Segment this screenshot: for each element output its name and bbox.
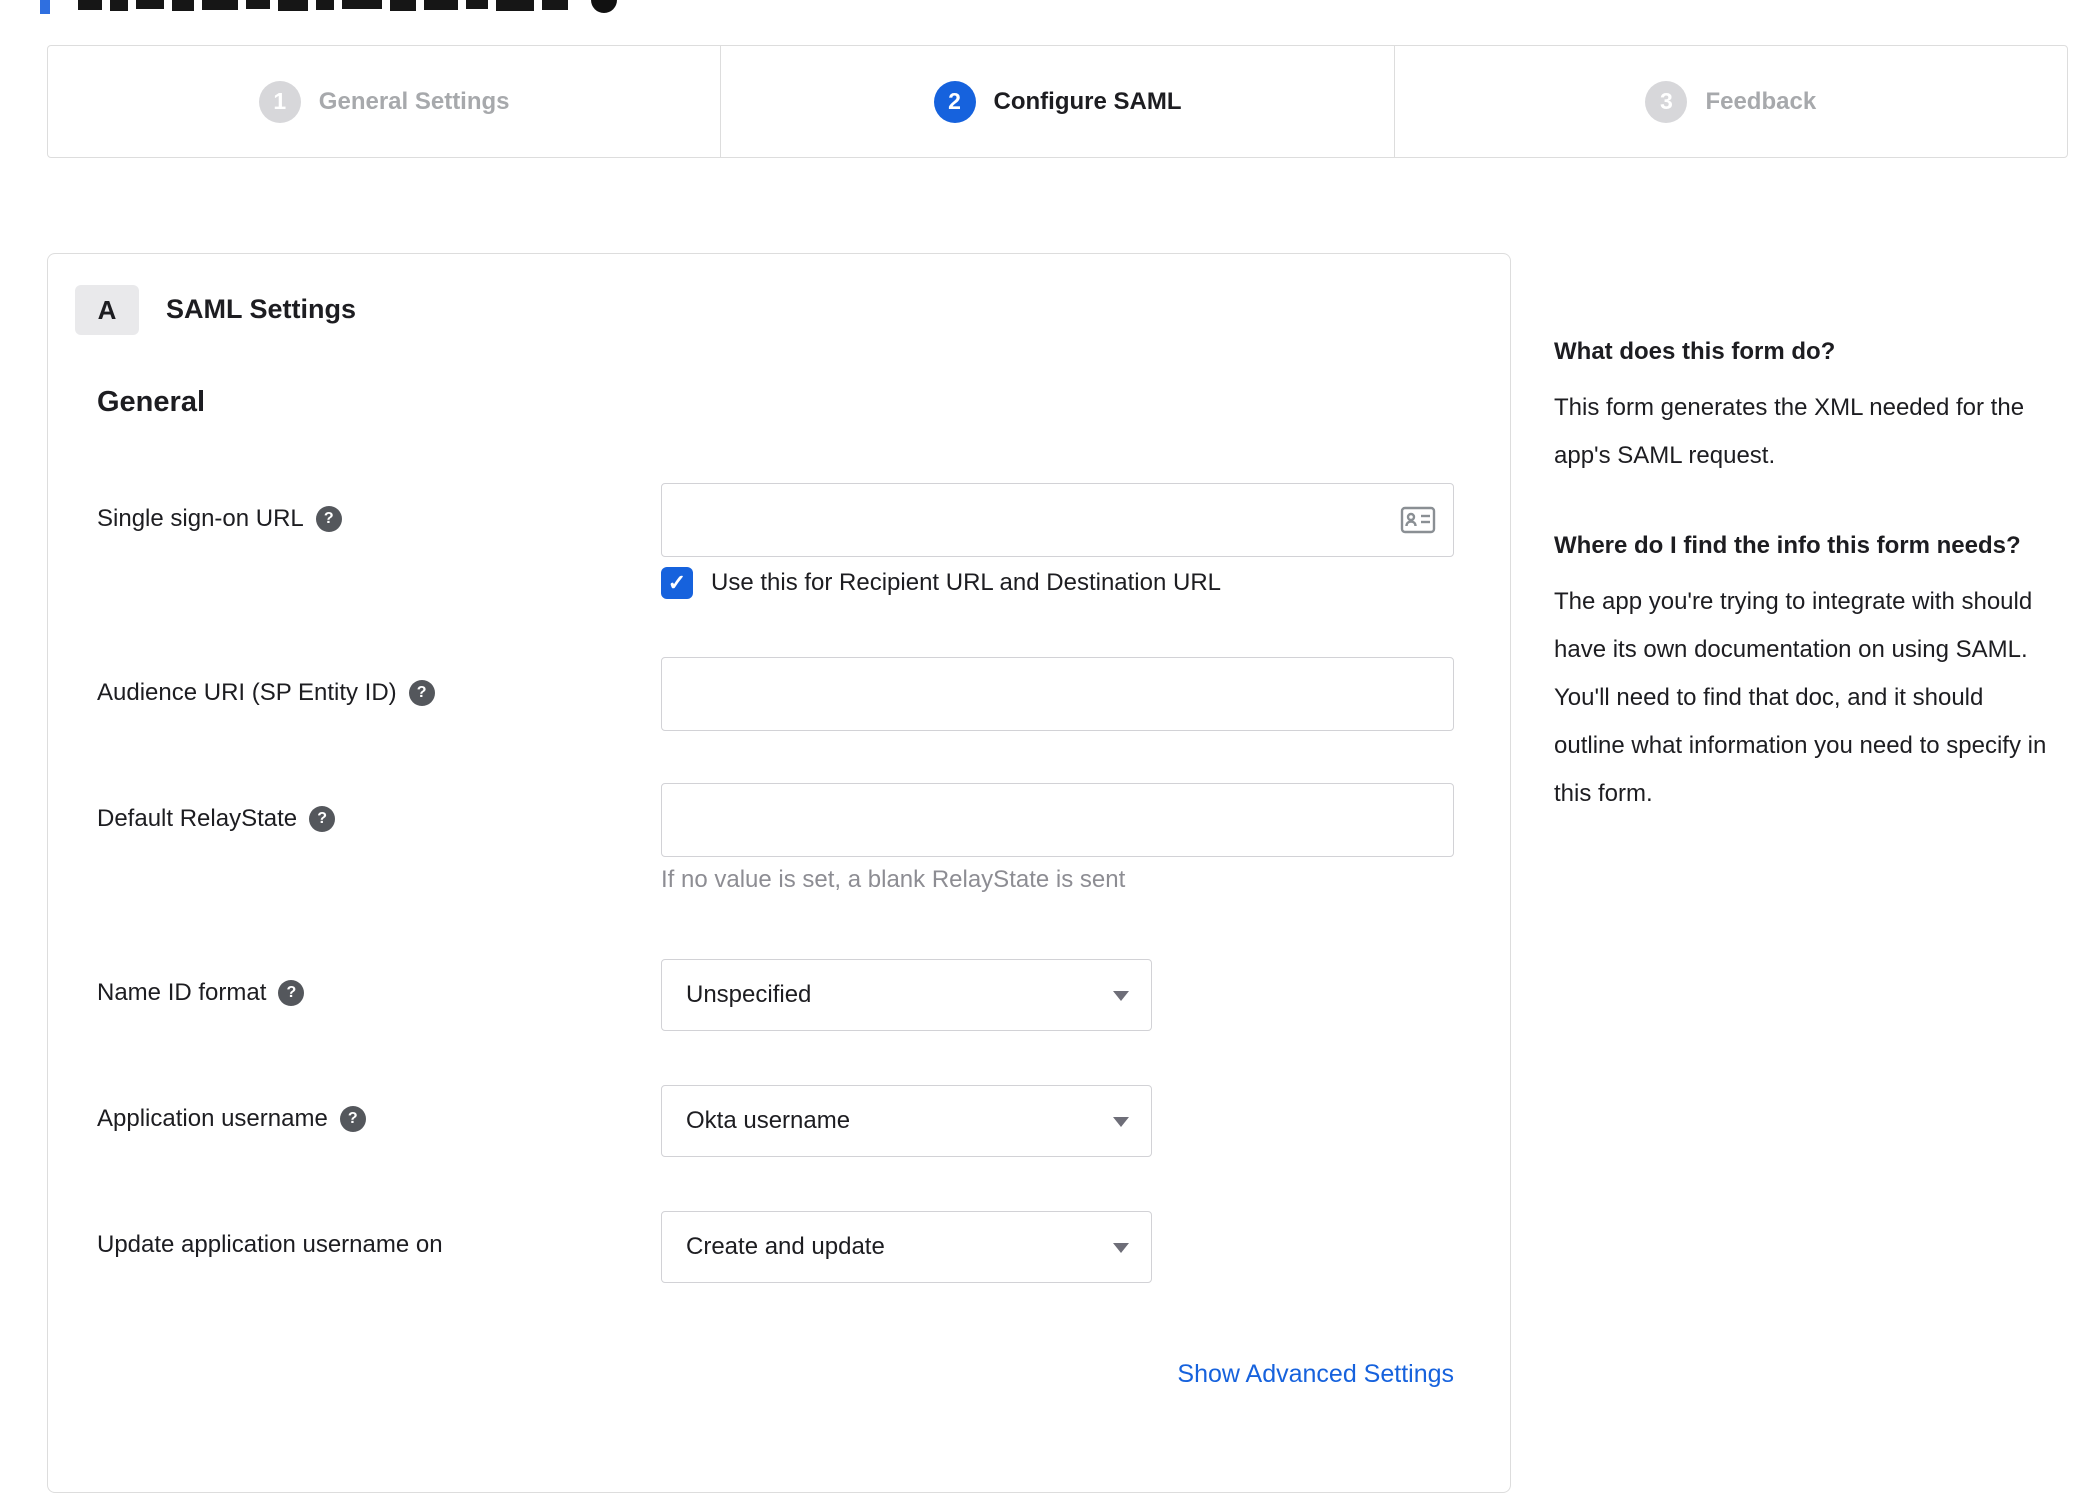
show-advanced-settings-link[interactable]: Show Advanced Settings	[1177, 1360, 1454, 1388]
saml-settings-panel: A SAML Settings General Single sign-on U…	[47, 253, 1511, 1493]
application-username-value: Okta username	[686, 1107, 851, 1134]
recipient-url-checkbox-row: ✓ Use this for Recipient URL and Destina…	[661, 567, 1221, 599]
help-icon[interactable]: ?	[408, 680, 435, 706]
step-number-1: 1	[258, 80, 301, 123]
sidebar-heading-where: Where do I find the info this form needs…	[1554, 532, 2021, 559]
step-general-settings[interactable]: 1 General Settings	[48, 46, 722, 157]
panel-title: SAML Settings	[166, 294, 357, 324]
name-id-format-select[interactable]: Unspecified	[661, 959, 1152, 1031]
contact-card-icon	[1400, 506, 1436, 534]
help-icon[interactable]: ?	[315, 506, 342, 532]
chevron-down-icon	[1113, 1243, 1129, 1253]
relaystate-helper-text: If no value is set, a blank RelayState i…	[661, 866, 1126, 893]
default-relaystate-label-text: Default RelayState	[97, 805, 298, 832]
application-username-select[interactable]: Okta username	[661, 1085, 1152, 1157]
application-username-label-text: Application username	[97, 1105, 328, 1132]
sidebar-body-where: The app you're trying to integrate with …	[1554, 588, 2047, 807]
step-label-configure-saml: Configure SAML	[993, 87, 1182, 115]
name-id-format-label-text: Name ID format	[97, 979, 267, 1006]
recipient-url-checkbox[interactable]: ✓	[661, 567, 693, 599]
recipient-url-checkbox-label: Use this for Recipient URL and Destinati…	[711, 569, 1222, 596]
update-app-username-value: Create and update	[686, 1233, 885, 1260]
sidebar-heading-what: What does this form do?	[1554, 338, 1836, 365]
name-id-format-value: Unspecified	[686, 981, 812, 1008]
step-feedback[interactable]: 3 Feedback	[1395, 46, 2067, 157]
step-label-general-settings: General Settings	[318, 87, 510, 115]
audience-uri-input[interactable]	[661, 657, 1454, 731]
sso-url-label-text: Single sign-on URL	[97, 505, 304, 532]
help-icon[interactable]: ?	[278, 980, 305, 1006]
sidebar-body-what: This form generates the XML needed for t…	[1554, 394, 2025, 469]
sso-url-label: Single sign-on URL ?	[97, 505, 342, 533]
update-app-username-label-text: Update application username on	[97, 1231, 443, 1258]
wizard-stepper: 1 General Settings 2 Configure SAML 3 Fe…	[47, 45, 2068, 158]
default-relaystate-input[interactable]	[661, 783, 1454, 857]
help-icon[interactable]: ?	[339, 1106, 366, 1132]
advanced-link-row: Show Advanced Settings	[661, 1360, 1454, 1389]
section-a-badge: A	[75, 285, 139, 335]
general-section-heading: General	[97, 386, 205, 418]
default-relaystate-label: Default RelayState ?	[97, 805, 336, 833]
audience-uri-label-text: Audience URI (SP Entity ID)	[97, 679, 397, 706]
clipped-icon	[591, 0, 617, 13]
step-number-2: 2	[933, 80, 976, 123]
update-app-username-label: Update application username on	[97, 1231, 443, 1259]
update-app-username-select[interactable]: Create and update	[661, 1211, 1152, 1283]
clipped-page-title	[40, 0, 680, 14]
step-configure-saml[interactable]: 2 Configure SAML	[721, 46, 1395, 157]
chevron-down-icon	[1113, 991, 1129, 1001]
step-number-3: 3	[1645, 80, 1688, 123]
audience-uri-label: Audience URI (SP Entity ID) ?	[97, 679, 435, 707]
chevron-down-icon	[1113, 1117, 1129, 1127]
sso-url-input-wrap	[661, 483, 1454, 557]
application-username-label: Application username ?	[97, 1105, 366, 1133]
step-label-feedback: Feedback	[1705, 87, 1817, 115]
sso-url-input[interactable]	[661, 483, 1454, 557]
help-icon[interactable]: ?	[309, 806, 336, 832]
help-sidebar: What does this form do? This form genera…	[1554, 330, 2059, 862]
name-id-format-label: Name ID format ?	[97, 979, 305, 1007]
